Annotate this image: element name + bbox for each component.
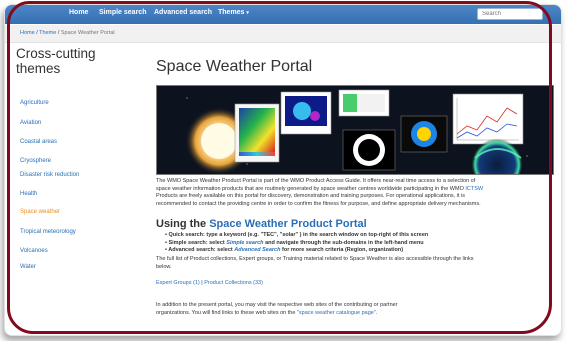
advanced-search-link[interactable]: Advanced Search	[234, 247, 280, 253]
bullet-text: Quick search: type a keyword (e.g. "TEC"…	[168, 232, 429, 238]
sidebar-item-cryosphere[interactable]: Cryosphere	[20, 158, 51, 164]
nav-advanced-search-link[interactable]: Advanced search	[154, 9, 212, 16]
breadcrumb-current: Space Weather Portal	[60, 30, 115, 36]
link-separator: |	[201, 280, 203, 286]
nav-themes-label: Themes	[218, 9, 245, 16]
bullet-text: for more search criteria (Region, organi…	[280, 247, 404, 253]
catalogue-page-link[interactable]: "space weather catalogue page"	[297, 310, 376, 316]
list-item: • Quick search: type a keyword (e.g. "TE…	[165, 232, 429, 238]
sidebar-item-health[interactable]: Health	[20, 191, 37, 197]
search-instructions-list: • Quick search: type a keyword (e.g. "TE…	[165, 232, 555, 255]
intro-line: recommended to contact the providing cen…	[156, 200, 481, 207]
sidebar-item-agriculture[interactable]: Agriculture	[20, 100, 49, 106]
full-list-line: below.	[156, 263, 172, 270]
bullet-text: and navigate through the sub-domains in …	[263, 239, 424, 246]
list-item: • Simple search: select Simple search an…	[165, 239, 424, 246]
space-weather-collage	[157, 86, 553, 174]
addition-line: In addition to the present portal, you m…	[156, 302, 398, 308]
browser-page: Home Simple search Advanced search Theme…	[4, 4, 562, 336]
list-item: • Advanced search: select Advanced Searc…	[165, 247, 404, 253]
intro-line: space weather information products that …	[156, 186, 555, 194]
sidebar-title: Cross-cutting themes	[16, 46, 96, 76]
top-navbar: Home Simple search Advanced search Theme…	[5, 5, 561, 24]
sidebar-item-space-weather[interactable]: Space weather	[20, 209, 60, 215]
simple-search-link[interactable]: Simple search	[226, 240, 263, 246]
banner-image	[156, 85, 554, 175]
intro-line: The WMO Space Weather Product Portal is …	[156, 178, 476, 184]
breadcrumb-home-link[interactable]: Home	[20, 30, 35, 36]
full-list-paragraph: The full list of Product collections, Ex…	[156, 256, 555, 271]
addition-paragraph: In addition to the present portal, you m…	[156, 302, 555, 317]
sidebar-item-volcanoes[interactable]: Volcanoes	[20, 248, 48, 254]
sidebar-item-coastal-areas[interactable]: Coastal areas	[20, 139, 57, 145]
nav-themes-menu[interactable]: Themes ▾	[218, 9, 249, 16]
collections-links: Expert Groups (1) | Product Collections …	[156, 280, 263, 286]
breadcrumb-theme-link[interactable]: Theme	[39, 30, 56, 36]
sidebar-item-tropical-meteorology[interactable]: Tropical meteorology	[20, 229, 76, 235]
ictsw-link[interactable]: ICTSW	[465, 186, 483, 192]
product-collections-link[interactable]: Product Collections (33)	[204, 280, 263, 286]
addition-line: organizations. You will find links to th…	[156, 310, 555, 318]
addition-end: .	[375, 309, 378, 316]
nav-home-link[interactable]: Home	[69, 9, 88, 16]
breadcrumb: Home / Theme / Space Weather Portal	[5, 25, 561, 43]
full-list-line: The full list of Product collections, Ex…	[156, 256, 474, 262]
page-title: Space Weather Portal	[156, 58, 313, 75]
portal-link[interactable]: Space Weather Product Portal	[209, 218, 367, 230]
using-heading: Using the Space Weather Product Portal	[156, 218, 367, 230]
expert-groups-link[interactable]: Expert Groups (1)	[156, 280, 200, 286]
bullet-text: Advanced search: select	[168, 247, 235, 253]
addition-line-text: organizations. You will find links to th…	[156, 309, 296, 316]
sidebar-item-water[interactable]: Water	[20, 264, 36, 270]
intro-line-text: space weather information products that …	[156, 185, 464, 192]
using-heading-text: Using the	[156, 218, 207, 230]
caret-down-icon: ▾	[246, 10, 249, 16]
search-input[interactable]	[477, 8, 543, 20]
nav-simple-search-link[interactable]: Simple search	[99, 9, 146, 16]
bullet-text: Simple search: select	[168, 239, 227, 246]
sidebar-item-disaster-risk-reduction[interactable]: Disaster risk reduction	[20, 172, 79, 178]
sidebar-item-aviation[interactable]: Aviation	[20, 120, 41, 126]
intro-line: Products are freely available on this po…	[156, 193, 465, 199]
intro-paragraph: The WMO Space Weather Product Portal is …	[156, 178, 555, 208]
